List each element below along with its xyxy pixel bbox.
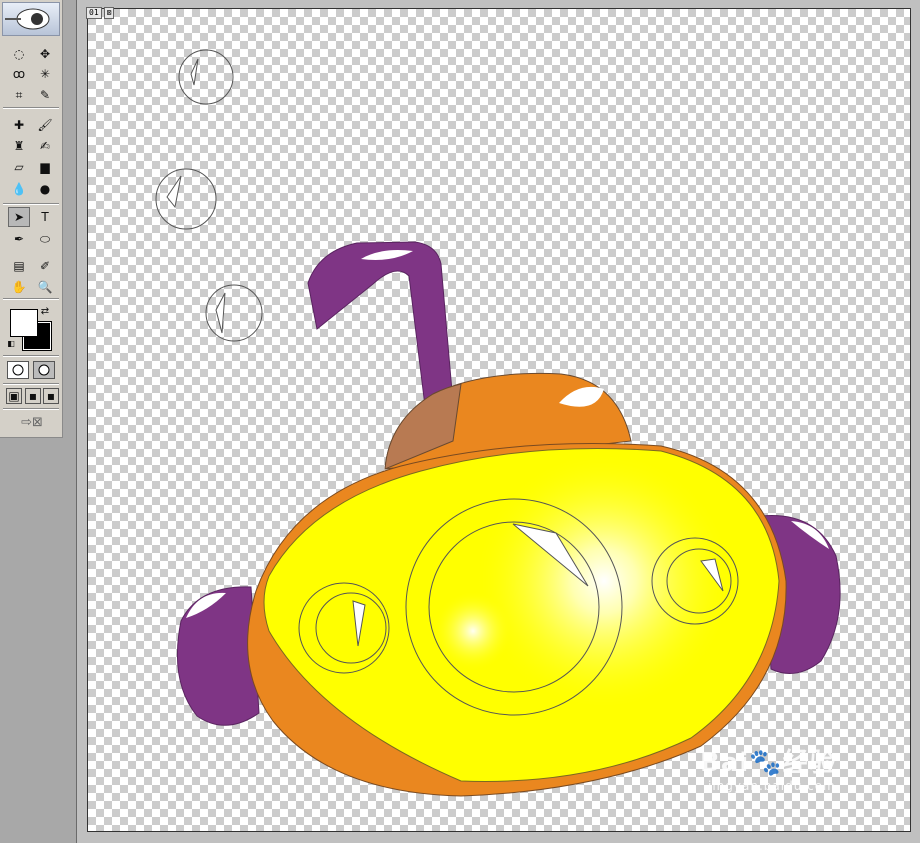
marquee-tool-icon: ◌ [13, 47, 25, 61]
screen-mode-full-button[interactable]: ▪ [43, 388, 59, 404]
screen-mode-standard-button[interactable]: ▣ [6, 388, 22, 404]
toolbox-divider [3, 107, 59, 109]
history-brush-tool-icon: ✍ [39, 139, 51, 153]
quick-mask-button[interactable] [33, 361, 55, 379]
left-engine [176, 586, 260, 726]
toolbox-panel: ◌ ✥ ꝏ ✳ ⌗ ✎ ✚ 🖌 ♜ ✍ ▱ ▆ 💧 ● ➤ T ✒ ⬭ ▤ ✐ ✋ 🔍 ⇄ ◧ ▣ ▪ ▪ ⇨⊠ [0, 0, 63, 438]
dodge-tool-button[interactable]: ● [34, 179, 56, 199]
bubble-middle [155, 168, 217, 230]
path-selection-tool-icon: ➤ [13, 210, 25, 224]
brush-tool-icon: 🖌 [37, 118, 53, 132]
healing-brush-tool-button[interactable]: ✚ [8, 115, 30, 135]
type-tool-button[interactable]: T [34, 207, 56, 227]
document-tab-number[interactable]: 01 [86, 7, 102, 19]
toolbox-divider [3, 203, 59, 205]
watermark-main-text: Bai🐾经验 [700, 748, 837, 778]
bubble-top [178, 49, 234, 105]
marquee-tool-button[interactable]: ◌ [8, 44, 30, 64]
crop-tool-icon: ⌗ [15, 87, 23, 102]
eyedropper-tool-button[interactable]: ✐ [34, 256, 56, 276]
dodge-tool-icon: ● [39, 182, 51, 196]
type-tool-icon: T [41, 210, 49, 224]
slice-tool-icon: ✎ [39, 88, 51, 102]
bubble-bottom [205, 284, 263, 342]
eyedropper-tool-icon: ✐ [39, 259, 51, 273]
lasso-tool-button[interactable]: ꝏ [8, 64, 30, 84]
move-tool-button[interactable]: ✥ [34, 44, 56, 64]
default-colors-icon[interactable]: ◧ [6, 338, 16, 348]
document-tab-strip: 01 ⊠ [86, 7, 115, 19]
notes-tool-icon: ▤ [13, 259, 25, 273]
submarine-artwork [155, 49, 841, 797]
toolbox-divider [3, 298, 59, 300]
gradient-tool-icon: ▆ [40, 160, 50, 174]
brush-tool-button[interactable]: 🖌 [34, 115, 56, 135]
move-tool-icon: ✥ [39, 47, 51, 61]
notes-tool-button[interactable]: ▤ [8, 256, 30, 276]
eye-logo-icon [5, 8, 50, 30]
foreground-color-swatch[interactable] [10, 309, 38, 337]
eraser-tool-icon: ▱ [14, 160, 24, 174]
screen-mode-menubar-button[interactable]: ▪ [25, 388, 41, 404]
pen-tool-button[interactable]: ✒ [8, 229, 30, 249]
slice-tool-button[interactable]: ✎ [34, 85, 56, 105]
shape-tool-icon: ⬭ [39, 231, 51, 246]
toolbox-divider [3, 355, 59, 357]
shape-tool-button[interactable]: ⬭ [34, 229, 56, 249]
clone-stamp-tool-icon: ♜ [13, 139, 25, 153]
history-brush-tool-button[interactable]: ✍ [34, 136, 56, 156]
gradient-tool-button[interactable]: ▆ [34, 157, 56, 177]
quick-mask-icon [38, 364, 50, 376]
hull-flare-spot [433, 591, 513, 671]
standard-mode-icon [12, 364, 24, 376]
document-tab-close[interactable]: ⊠ [103, 7, 115, 19]
periscope [307, 241, 454, 407]
magic-wand-tool-button[interactable]: ✳ [34, 64, 56, 84]
zoom-tool-button[interactable]: 🔍 [34, 277, 56, 297]
lasso-tool-icon: ꝏ [12, 67, 26, 81]
baidu-jingyan-watermark: Bai🐾经验 jingyan.baidu.com [700, 742, 837, 793]
watermark-url-text: jingyan.baidu.com [708, 779, 836, 793]
toolbox-header-logo[interactable] [2, 2, 60, 36]
hand-tool-icon: ✋ [11, 280, 27, 294]
image-canvas[interactable] [87, 8, 911, 832]
blur-tool-icon: 💧 [11, 182, 27, 196]
pen-tool-icon: ✒ [13, 232, 25, 246]
hand-tool-button[interactable]: ✋ [8, 277, 30, 297]
path-selection-tool-button[interactable]: ➤ [8, 207, 30, 227]
jump-to-imageready-button[interactable]: ⇨⊠ [8, 413, 56, 431]
standard-mode-button[interactable] [7, 361, 29, 379]
toolbox-divider [3, 383, 59, 385]
zoom-tool-icon: 🔍 [37, 280, 53, 294]
magic-wand-tool-icon: ✳ [39, 67, 51, 81]
healing-brush-tool-icon: ✚ [13, 118, 25, 132]
swap-colors-icon[interactable]: ⇄ [38, 304, 52, 318]
toolbox-divider [3, 408, 59, 410]
clone-stamp-tool-button[interactable]: ♜ [8, 136, 30, 156]
eraser-tool-button[interactable]: ▱ [8, 157, 30, 177]
crop-tool-button[interactable]: ⌗ [8, 85, 30, 105]
blur-tool-button[interactable]: 💧 [8, 179, 30, 199]
